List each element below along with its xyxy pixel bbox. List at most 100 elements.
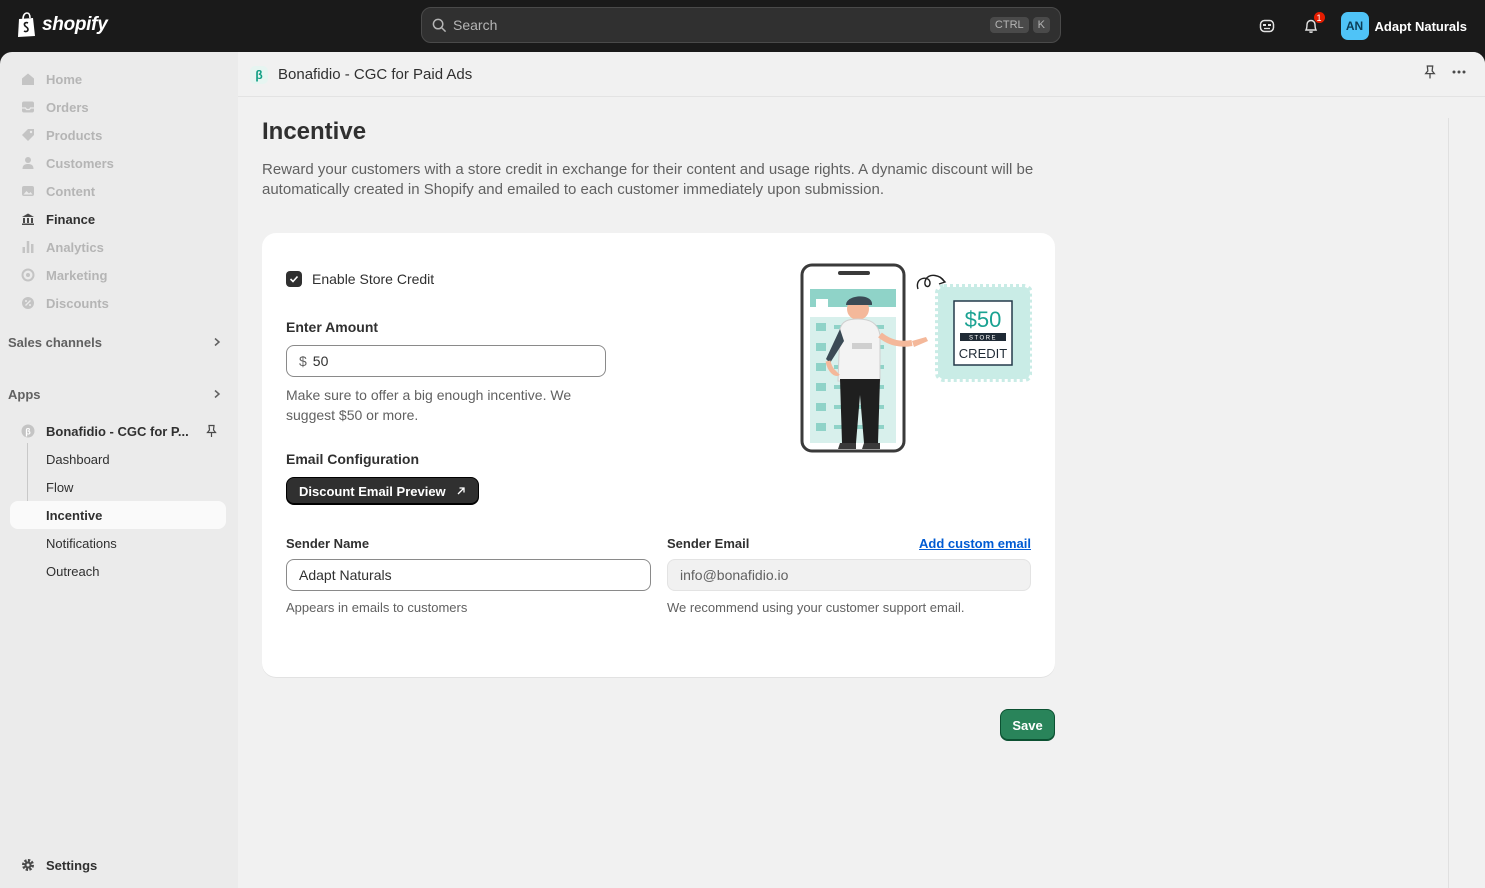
shopify-bag-icon (18, 12, 35, 37)
sidekick-icon (1259, 19, 1274, 33)
enable-store-credit-label: Enable Store Credit (312, 271, 435, 287)
home-icon (20, 71, 36, 87)
sender-name-label: Sender Name (286, 536, 370, 551)
page-title: Incentive (262, 118, 367, 145)
sales-channels-header[interactable]: Sales channels (8, 330, 230, 354)
app-subitem-dashboard[interactable]: Dashboard (10, 445, 226, 473)
sidebar-item-label: Content (46, 183, 96, 199)
image-icon (20, 183, 36, 199)
email-config-label: Email Configuration (286, 451, 419, 467)
notifications-button[interactable]: 1 (1297, 12, 1325, 40)
discount-email-preview-button[interactable]: Discount Email Preview (286, 477, 479, 505)
top-actions: 1 AN Adapt Naturals (1253, 0, 1485, 52)
preview-button-label: Discount Email Preview (299, 483, 446, 499)
search-placeholder: Search (453, 17, 498, 33)
account-name: Adapt Naturals (1374, 18, 1467, 34)
inbox-icon (20, 99, 36, 115)
enable-store-credit-row[interactable]: Enable Store Credit (286, 271, 434, 287)
app-subitem-notifications[interactable]: Notifications (10, 529, 226, 557)
divider (1448, 118, 1449, 888)
sender-name-value: Adapt Naturals (299, 567, 392, 583)
coupon-credit-text: CREDIT (959, 346, 1007, 361)
sidebar-item-label: Finance (46, 211, 96, 227)
sidebar-item-label: Products (46, 127, 103, 143)
notification-badge: 1 (1313, 12, 1325, 23)
bonafidio-app-icon: β (20, 423, 36, 439)
bar-chart-icon (20, 239, 36, 255)
sidebar-item-label: Analytics (46, 239, 104, 255)
incentive-card: Enable Store Credit Enter Amount $ 50 Ma… (262, 233, 1055, 677)
sidebar-item-discounts[interactable]: Discounts (10, 289, 226, 317)
external-link-icon (457, 487, 465, 495)
top-bar: shopify Search CTRL K 1 AN Adapt Natural… (0, 0, 1485, 52)
person-icon (20, 155, 36, 171)
tag-icon (20, 127, 36, 143)
app-name: Bonafidio - CGC for P... (46, 423, 189, 439)
settings-label: Settings (46, 857, 98, 873)
checkmark-icon (289, 275, 299, 283)
account-menu[interactable]: AN Adapt Naturals (1340, 12, 1467, 40)
search-icon (432, 18, 447, 32)
sales-channels-label: Sales channels (8, 334, 102, 350)
chevron-right-icon (214, 337, 221, 347)
sidebar-item-label: Orders (46, 99, 89, 115)
sender-name-input[interactable]: Adapt Naturals (286, 559, 651, 591)
header-actions (1423, 64, 1467, 80)
sidebar-item-label: Marketing (46, 267, 108, 283)
svg-text:β: β (25, 427, 31, 437)
sidebar-item-analytics[interactable]: Analytics (10, 233, 226, 261)
apps-header[interactable]: Apps (8, 382, 230, 406)
app-title: Bonafidio - CGC for Paid Ads (278, 66, 473, 83)
bank-icon (20, 211, 36, 227)
discount-icon (20, 295, 36, 311)
gear-icon (20, 857, 36, 873)
pin-icon[interactable] (1423, 64, 1437, 80)
shopify-logo[interactable]: shopify (16, 12, 108, 38)
sender-email-value: info@bonafidio.io (680, 567, 789, 583)
amount-label: Enter Amount (286, 319, 379, 335)
coupon-amount-text: $50 (965, 307, 1002, 332)
currency-symbol: $ (299, 353, 307, 369)
sidebar-item-label: Home (46, 71, 83, 87)
more-options-icon[interactable] (1451, 64, 1467, 80)
app-header: β Bonafidio - CGC for Paid Ads (238, 52, 1485, 97)
sidebar-item-marketing[interactable]: Marketing (10, 261, 226, 289)
search-bar[interactable]: Search CTRL K (421, 7, 1061, 43)
main-content: β Bonafidio - CGC for Paid Ads Incentive… (238, 52, 1485, 888)
sender-email-label: Sender Email (667, 536, 750, 551)
app-subitem-flow[interactable]: Flow (10, 473, 226, 501)
sidekick-button[interactable] (1253, 12, 1281, 40)
avatar: AN (1340, 12, 1369, 40)
pin-icon[interactable] (205, 424, 218, 438)
sidebar-item-orders[interactable]: Orders (10, 93, 226, 121)
amount-input[interactable]: $ 50 (286, 345, 606, 377)
sender-email-input: info@bonafidio.io (667, 559, 1031, 591)
amount-value: 50 (312, 353, 329, 369)
shortcut-key-ctrl: CTRL (989, 17, 1029, 33)
sidebar-item-home[interactable]: Home (10, 65, 226, 93)
sidebar-item-content[interactable]: Content (10, 177, 226, 205)
sidebar-item-finance[interactable]: Finance (10, 205, 226, 233)
enable-store-credit-checkbox[interactable] (286, 271, 302, 287)
app-subitem-outreach[interactable]: Outreach (10, 557, 226, 585)
add-custom-email-link[interactable]: Add custom email (919, 536, 1031, 551)
chevron-right-icon (214, 389, 221, 399)
sidebar-item-products[interactable]: Products (10, 121, 226, 149)
sender-email-help: We recommend using your customer support… (667, 600, 965, 615)
store-credit-illustration: $50 STORE CREDIT (800, 263, 1032, 453)
brand-name: shopify (42, 14, 108, 35)
app-subitem-incentive[interactable]: Incentive (10, 501, 226, 529)
sidebar-item-label: Customers (46, 155, 114, 171)
target-icon (20, 267, 36, 283)
coupon-store-text: STORE (969, 336, 997, 342)
save-button[interactable]: Save (1000, 709, 1055, 741)
sidebar-item-settings[interactable]: Settings (10, 851, 226, 879)
shortcut-key-k: K (1032, 17, 1050, 33)
sender-name-help: Appears in emails to customers (286, 600, 468, 615)
page-description: Reward your customers with a store credi… (262, 161, 1034, 198)
amount-help: Make sure to offer a big enough incentiv… (286, 387, 572, 423)
sidebar-item-customers[interactable]: Customers (10, 149, 226, 177)
bonafidio-logo-icon: β (250, 66, 268, 84)
sidebar-app-bonafidio[interactable]: β Bonafidio - CGC for P... (10, 417, 226, 445)
sidebar-item-label: Discounts (46, 295, 109, 311)
